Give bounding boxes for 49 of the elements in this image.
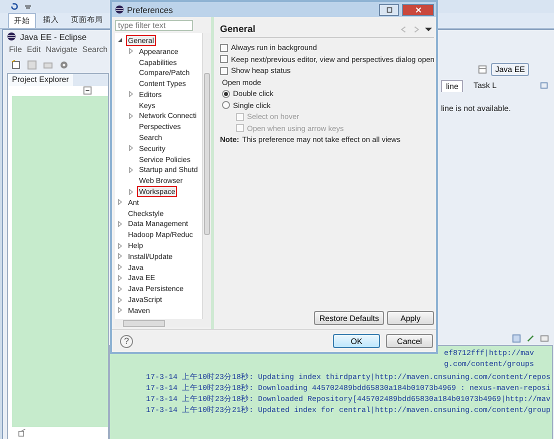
maximize-button[interactable] [379, 4, 399, 16]
maximize-icon [386, 6, 392, 12]
expand-arrow-icon[interactable] [128, 188, 134, 195]
expand-arrow-icon[interactable] [117, 296, 123, 303]
outline-message: line is not available. [441, 104, 511, 113]
expand-arrow-icon[interactable] [117, 264, 123, 270]
expand-arrow-icon[interactable] [128, 145, 134, 152]
view-tab[interactable]: Task L [469, 80, 501, 91]
menu-item[interactable]: File [9, 45, 22, 54]
page-title: General [220, 24, 256, 34]
perspective-button[interactable]: Java EE [491, 62, 529, 76]
view-tab[interactable]: Project Explorer [8, 74, 73, 86]
open-perspective-icon[interactable] [478, 64, 488, 74]
dialog-button[interactable]: OK [333, 334, 380, 348]
dialog-button[interactable]: Apply [387, 311, 434, 325]
eclipse-logo-icon [115, 5, 124, 14]
dialog-button[interactable]: Cancel [386, 334, 433, 348]
expand-arrow-icon[interactable] [117, 286, 123, 292]
expand-arrow-icon[interactable] [117, 253, 123, 260]
maximize-icon[interactable] [540, 81, 549, 90]
close-icon [414, 6, 422, 12]
expand-arrow-icon[interactable] [128, 166, 134, 173]
expand-arrow-icon[interactable] [128, 91, 134, 98]
menu-caret-icon[interactable] [425, 26, 432, 32]
menu-item[interactable]: Edit [26, 45, 41, 54]
eclipse-logo-icon [7, 32, 16, 41]
collapse-all-icon[interactable] [83, 86, 92, 95]
display-icon[interactable] [540, 334, 549, 343]
dialog-title: Preferences [127, 4, 173, 14]
expand-arrow-icon[interactable] [117, 199, 123, 206]
dialog-button[interactable]: Restore Defaults [314, 311, 384, 325]
help-button[interactable]: ? [120, 334, 133, 348]
menu-item[interactable]: Search [82, 45, 108, 54]
collapse-arrow-icon[interactable] [117, 37, 123, 44]
expand-arrow-icon[interactable] [117, 307, 123, 314]
new-file-icon[interactable] [11, 60, 21, 70]
expand-arrow-icon[interactable] [117, 220, 123, 227]
expand-arrow-icon[interactable] [128, 48, 134, 54]
expand-arrow-icon[interactable] [117, 242, 123, 249]
window-title: Java EE - Eclipse [20, 32, 87, 42]
expand-arrow-icon[interactable] [117, 274, 123, 281]
menu-item[interactable]: Navigate [46, 45, 78, 54]
view-tab[interactable]: line [441, 80, 464, 92]
undo-icon[interactable] [10, 2, 19, 11]
status-icon [18, 429, 26, 437]
close-button[interactable] [402, 4, 434, 16]
filter-field[interactable]: type filter text [115, 20, 193, 31]
console-toolbar-icon[interactable] [512, 334, 521, 343]
expand-arrow-icon[interactable] [128, 112, 134, 119]
